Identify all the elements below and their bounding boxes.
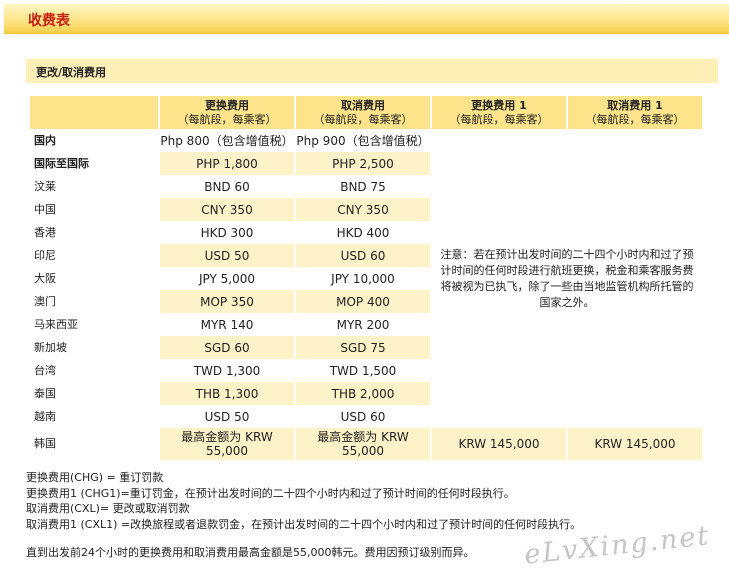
destination-cell: 马来西亚 (34, 317, 78, 331)
destination-cell: 韩国 (34, 437, 56, 450)
destination-cell: 越南 (34, 409, 56, 423)
change-fee-cell: THB 1,300 (160, 382, 294, 405)
column-header-change-1: 更换费用 1 （每航段，每乘客） (432, 96, 566, 129)
column-title: 取消费用 (341, 98, 385, 112)
section-bar: 更改/取消费用 (26, 59, 718, 83)
column-title: 取消费用 1 (607, 98, 663, 112)
fee-table: 更换费用 （每航段，每乘客） 取消费用 （每航段，每乘客） 更换费用 1 （每航… (28, 96, 704, 460)
change-fee-cell: 最高金额为 KRW 55,000 (160, 428, 294, 460)
cancel-fee-cell: CNY 350 (296, 198, 430, 221)
cancel-fee-cell: Php 900（包含增值税） (296, 129, 430, 152)
destination-cell: 香港 (34, 225, 56, 239)
column-header-change: 更换费用 （每航段，每乘客） (160, 96, 294, 129)
destination-cell: 新加坡 (34, 340, 67, 354)
cancel-fee-cell: MYR 200 (296, 313, 430, 336)
change-fee-cell: HKD 300 (160, 221, 294, 244)
fee-legend: 更换费用(CHG) = 重订罚款 更换费用1 (CHG1)=重订罚金，在预计出发… (26, 470, 581, 532)
fee-table-header-row: 更换费用 （每航段，每乘客） 取消费用 （每航段，每乘客） 更换费用 1 （每航… (30, 96, 702, 129)
column-header-cancel: 取消费用 （每航段，每乘客） (296, 96, 430, 129)
cancel-fee-cell: USD 60 (296, 244, 430, 267)
cancel-fee-cell: JPY 10,000 (296, 267, 430, 290)
cancel-fee-cell: USD 60 (296, 405, 430, 428)
table-row-korea: 韩国 最高金额为 KRW 55,000 最高金额为 KRW 55,000 KRW… (30, 428, 702, 460)
rebooking-note-text: 注意：若在预计出发时间的二十四个小时内和过了预计时间的任何时段进行航班更换，税金… (440, 247, 694, 309)
legend-line: 取消费用(CXL)= 更改或取消罚款 (26, 502, 190, 515)
change-fee-cell: MOP 350 (160, 290, 294, 313)
change-fee-cell: CNY 350 (160, 198, 294, 221)
legend-line: 取消费用1 (CXL1) =改换旅程或者退款罚金，在预计出发时间的二十四个小时内… (26, 517, 582, 531)
destination-cell: 澳门 (34, 294, 56, 308)
legend-line: 更换费用1 (CHG1)=重订罚金，在预计出发时间的二十四个小时内和过了预计时间… (26, 486, 515, 500)
cancel-fee-cell: PHP 2,500 (296, 152, 430, 175)
change-fee-cell: USD 50 (160, 244, 294, 267)
header-corner-cell (30, 96, 158, 129)
legend-line: 更换费用(CHG) = 重订罚款 (26, 471, 164, 484)
cancel-fee-cell: SGD 75 (296, 336, 430, 359)
cancel-fee-cell: HKD 400 (296, 221, 430, 244)
change-fee-cell: JPY 5,000 (160, 267, 294, 290)
fee-line: 55,000 (342, 444, 384, 458)
rebooking-note: 注意：若在预计出发时间的二十四个小时内和过了预计时间的任何时段进行航班更换，税金… (432, 129, 702, 428)
fee-line: 最高金额为 KRW (317, 430, 409, 444)
column-subtitle: （每航段，每乘客） (585, 112, 685, 126)
destination-cell: 汶莱 (34, 179, 56, 193)
change-fee-cell: USD 50 (160, 405, 294, 428)
column-subtitle: （每航段，每乘客） (313, 112, 413, 126)
destination-cell: 印尼 (34, 248, 56, 262)
cancel-fee-1-cell: KRW 145,000 (568, 428, 702, 460)
change-fee-cell: Php 800（包含增值税） (160, 129, 294, 152)
cancel-fee-cell: TWD 1,500 (296, 359, 430, 382)
column-title: 更换费用 1 (471, 98, 527, 112)
change-fee-cell: MYR 140 (160, 313, 294, 336)
page-header: 收费表 (4, 4, 729, 34)
cancel-fee-cell: THB 2,000 (296, 382, 430, 405)
column-header-cancel-1: 取消费用 1 （每航段，每乘客） (568, 96, 702, 129)
column-subtitle: （每航段，每乘客） (177, 112, 277, 126)
change-fee-cell: BND 60 (160, 175, 294, 198)
table-row: 国内 Php 800（包含增值税） Php 900（包含增值税） 注意：若在预计… (30, 129, 702, 428)
destination-cell: 国内 (34, 133, 56, 147)
column-title: 更换费用 (205, 98, 249, 112)
cancel-fee-cell: 最高金额为 KRW 55,000 (296, 428, 430, 460)
footnote: 直到出发前24个小时的更换费用和取消费用最高金额是55,000韩元。费用因预订级… (26, 546, 475, 559)
column-subtitle: （每航段，每乘客） (449, 112, 549, 126)
destination-cell: 中国 (34, 202, 56, 216)
destination-cell: 国际至国际 (34, 156, 89, 170)
change-fee-cell: TWD 1,300 (160, 359, 294, 382)
cancel-fee-cell: BND 75 (296, 175, 430, 198)
page-title: 收费表 (28, 13, 70, 29)
destination-cell: 泰国 (34, 386, 56, 400)
destination-cell: 台湾 (34, 363, 56, 377)
fee-line: 最高金额为 KRW (181, 430, 273, 444)
change-fee-cell: PHP 1,800 (160, 152, 294, 175)
cancel-fee-cell: MOP 400 (296, 290, 430, 313)
change-fee-cell: SGD 60 (160, 336, 294, 359)
fee-line: 55,000 (206, 444, 248, 458)
destination-cell: 大阪 (34, 271, 56, 285)
change-fee-1-cell: KRW 145,000 (432, 428, 566, 460)
section-title: 更改/取消费用 (36, 66, 107, 79)
